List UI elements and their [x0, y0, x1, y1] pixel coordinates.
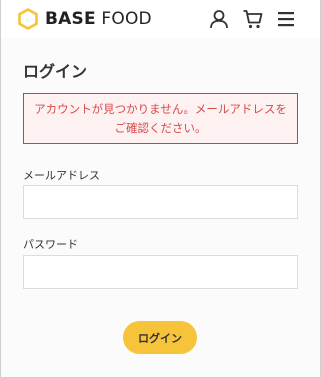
hamburger-menu-icon	[278, 12, 294, 27]
page-title: ログイン	[23, 62, 88, 81]
user-icon	[210, 10, 228, 29]
cart-icon	[243, 10, 263, 29]
menu-button[interactable]	[275, 8, 297, 30]
hexagon-logo-icon	[18, 8, 38, 30]
site-header: BASE FOOD	[1, 0, 320, 38]
password-field[interactable]	[23, 255, 298, 289]
logo[interactable]: BASE FOOD	[17, 8, 152, 30]
account-button[interactable]	[208, 8, 230, 30]
password-label: パスワード	[23, 238, 78, 251]
cart-button[interactable]	[242, 8, 264, 30]
email-field[interactable]	[23, 185, 298, 219]
logo-text: BASE FOOD	[45, 8, 152, 30]
email-label: メールアドレス	[23, 169, 100, 182]
login-page: BASE FOOD ログイン アカウントが見つかりません。メールアドレスをご確認…	[0, 0, 321, 378]
logo-text-bold: BASE	[45, 9, 96, 29]
error-message: アカウントが見つかりません。メールアドレスをご確認ください。	[34, 101, 287, 135]
error-alert: アカウントが見つかりません。メールアドレスをご確認ください。	[23, 93, 298, 144]
logo-text-light: FOOD	[101, 9, 152, 29]
login-button[interactable]: ログイン	[123, 321, 197, 354]
